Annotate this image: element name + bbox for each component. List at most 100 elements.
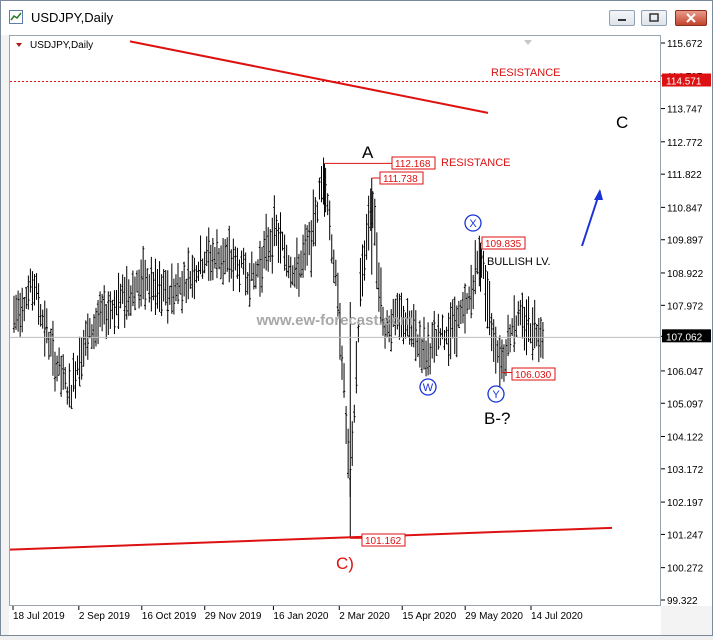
price-bar	[326, 193, 329, 216]
svg-text:X: X	[469, 218, 477, 230]
price-bar	[447, 312, 450, 366]
price-bar	[445, 326, 448, 345]
maximize-icon	[649, 13, 659, 22]
y-tick-label: 111.822	[667, 170, 702, 181]
price-bar	[117, 272, 120, 330]
price-bar	[533, 299, 536, 349]
price-bar	[238, 259, 241, 293]
y-tick-label: 109.897	[667, 236, 704, 247]
price-bar	[414, 310, 417, 362]
price-bar	[45, 308, 48, 344]
wave-label-b: B-?	[484, 409, 510, 428]
price-bar	[334, 259, 338, 287]
price-bar	[305, 225, 309, 266]
price-bar	[301, 234, 305, 278]
price-bar	[185, 278, 188, 304]
price-bar	[316, 201, 319, 223]
y-tick-label: 113.747	[667, 105, 703, 116]
price-bar	[191, 254, 194, 298]
minimize-button[interactable]	[609, 10, 635, 26]
price-bar	[148, 274, 151, 303]
price-bar	[70, 384, 73, 409]
shift-marker-icon[interactable]	[524, 40, 532, 45]
price-bar	[64, 367, 67, 390]
price-bar	[131, 270, 135, 307]
price-bar	[107, 291, 110, 336]
price-bar	[170, 263, 174, 314]
svg-text:W: W	[423, 382, 434, 394]
price-bar	[521, 292, 524, 339]
price-bar	[137, 269, 141, 309]
price-bar	[215, 229, 219, 279]
price-bar	[146, 268, 149, 291]
price-bar	[55, 355, 59, 382]
price-label-111738: 111.738	[379, 171, 424, 185]
price-bar	[463, 283, 467, 334]
x-tick-label: 2 Sep 2019	[79, 611, 131, 622]
y-tick-label: 101.247	[667, 530, 704, 541]
price-bar	[201, 258, 204, 279]
price-bar	[310, 220, 313, 278]
chart-overlays	[9, 40, 660, 551]
wave-label-c-prev: C)	[336, 554, 354, 573]
y-tick-label: 102.197	[667, 498, 704, 509]
price-axis: 115.672114.707113.747112.772111.822110.8…	[661, 35, 712, 607]
price-bar	[168, 285, 171, 305]
price-bar	[517, 301, 520, 326]
price-bar	[523, 306, 526, 351]
price-bar	[230, 249, 233, 279]
price-bar	[275, 214, 278, 246]
price-bar	[467, 286, 471, 310]
collapse-triangle-icon[interactable]	[16, 43, 22, 47]
title-bar[interactable]: USDJPY,Daily	[1, 1, 712, 35]
price-bar	[31, 271, 34, 311]
price-bar	[537, 317, 540, 363]
price-bar	[441, 314, 444, 340]
maximize-button[interactable]	[641, 10, 667, 26]
price-bar	[428, 343, 432, 375]
price-bar	[330, 234, 333, 264]
chart-app-icon	[9, 10, 23, 24]
price-bar	[424, 340, 428, 377]
resistance-label-a: RESISTANCE	[441, 157, 510, 169]
price-bar	[453, 296, 456, 355]
price-bar	[12, 295, 16, 333]
price-bar	[289, 256, 292, 288]
support-trendline	[9, 526, 613, 551]
price-bar	[84, 320, 87, 356]
price-bar	[211, 237, 215, 281]
y-tick-label: 100.272	[667, 564, 704, 575]
price-bar	[293, 257, 297, 288]
descending-trendline	[129, 40, 489, 114]
price-bar	[504, 339, 508, 377]
price-bar	[361, 244, 364, 297]
price-bar	[100, 293, 104, 332]
price-bar	[484, 265, 487, 322]
price-bar	[39, 304, 42, 327]
close-button[interactable]	[675, 10, 707, 26]
price-bar	[433, 310, 436, 363]
price-bar	[174, 274, 178, 302]
price-bar	[18, 292, 22, 337]
y-tick-label: 106.047	[667, 367, 704, 378]
price-label-109835: 109.835	[481, 236, 526, 250]
price-bar	[139, 259, 143, 307]
price-bar	[279, 212, 282, 264]
price-bar	[164, 269, 167, 306]
price-bar	[189, 271, 192, 289]
price-bar	[57, 347, 61, 376]
price-bar	[135, 270, 139, 293]
price-bar	[74, 361, 77, 399]
wave-circle-w: W	[419, 378, 437, 396]
wave-circle-y: Y	[487, 385, 505, 403]
price-bar	[109, 291, 112, 329]
chart-plot-area[interactable]: USDJPY,Daily www.ew-forecast.com RESISTA…	[9, 35, 661, 606]
price-bar	[297, 253, 301, 297]
price-bar	[53, 351, 57, 392]
svg-text:101.162: 101.162	[365, 536, 402, 547]
price-bar	[342, 363, 346, 398]
price-bar	[59, 355, 63, 397]
x-tick-label: 15 Apr 2020	[402, 611, 456, 622]
price-bar	[506, 314, 510, 357]
price-bar	[308, 221, 311, 256]
